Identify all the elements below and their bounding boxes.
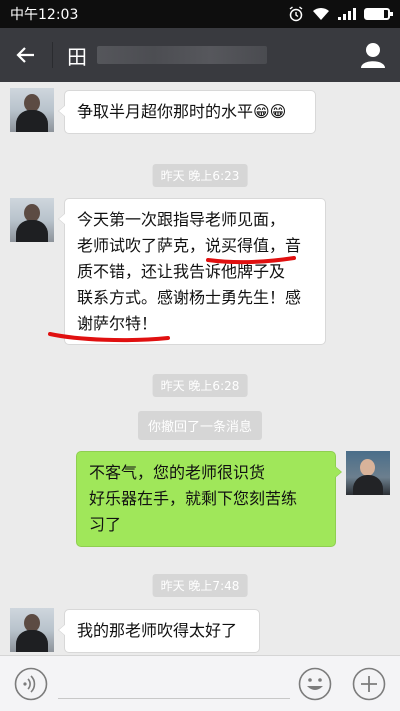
message-line: 谢萨尔特！ [77,314,158,333]
status-time: 中午12:03 [10,7,79,23]
message-text: 争取半月超你那时的水平😁😁 [77,102,287,121]
wifi-icon [313,7,329,20]
message-bubble-received[interactable]: 我的那老师吹得太好了 [58,609,260,653]
emoji-button[interactable] [298,667,332,701]
message-line: 质不错，还让我告诉他牌子及 [77,262,286,281]
plus-icon [352,667,386,701]
chat-history[interactable]: 争取半月超你那时的水平😁😁 昨天 晚上6:23 今天第一次跟指导老师见面， 老师… [0,82,400,655]
blurred-name-redaction [97,46,267,64]
emoji-icon [298,667,332,701]
contact-avatar[interactable] [10,198,54,242]
more-options-button[interactable] [352,667,386,701]
arrow-left-icon [16,47,34,63]
recall-notice: 你撤回了一条消息 [137,411,263,440]
message-line: 今天第一次跟指导老师见面， [77,210,286,229]
voice-icon [14,667,48,701]
message-bubble-sent[interactable]: 不客气，您的老师很识货 好乐器在手，就剩下您刻苦练 习了 [76,451,342,547]
contact-avatar[interactable] [10,88,54,132]
status-icons [288,6,393,22]
back-button[interactable] [0,28,52,82]
message-bubble-received[interactable]: 争取半月超你那时的水平😁😁 [58,90,316,134]
person-icon [361,43,385,68]
timestamp: 昨天 晚上6:28 [152,374,248,397]
chat-header: 田 [0,28,400,82]
message-bubble-received[interactable]: 今天第一次跟指导老师见面， 老师试吹了萨克，说买得值，音 质不错，还让我告诉他牌… [58,198,326,345]
message-line: 不客气，您的老师很识货 [89,463,266,482]
message-line: 联系方式。感谢杨士勇先生！感 [77,288,302,307]
self-avatar[interactable] [346,451,390,495]
battery-icon [364,8,393,20]
contact-avatar[interactable] [10,608,54,652]
signal-icon [338,8,356,20]
alarm-icon [289,6,303,22]
message-text: 我的那老师吹得太好了 [77,621,238,640]
message-line: 老师试吹了萨克，说买得值，音 [77,236,302,255]
message-line: 好乐器在手，就剩下您刻苦练 [89,489,298,508]
profile-button[interactable] [358,40,388,70]
status-bar: 中午12:03 [0,0,400,28]
timestamp: 昨天 晚上6:23 [152,164,248,187]
header-divider [52,42,53,68]
voice-button[interactable] [14,667,48,701]
message-line: 习了 [89,515,122,534]
timestamp: 昨天 晚上7:48 [152,574,248,597]
chat-title-text: 田 [67,44,87,69]
chat-title: 田 [67,41,267,70]
input-bar [0,655,400,711]
message-input[interactable] [58,669,290,699]
